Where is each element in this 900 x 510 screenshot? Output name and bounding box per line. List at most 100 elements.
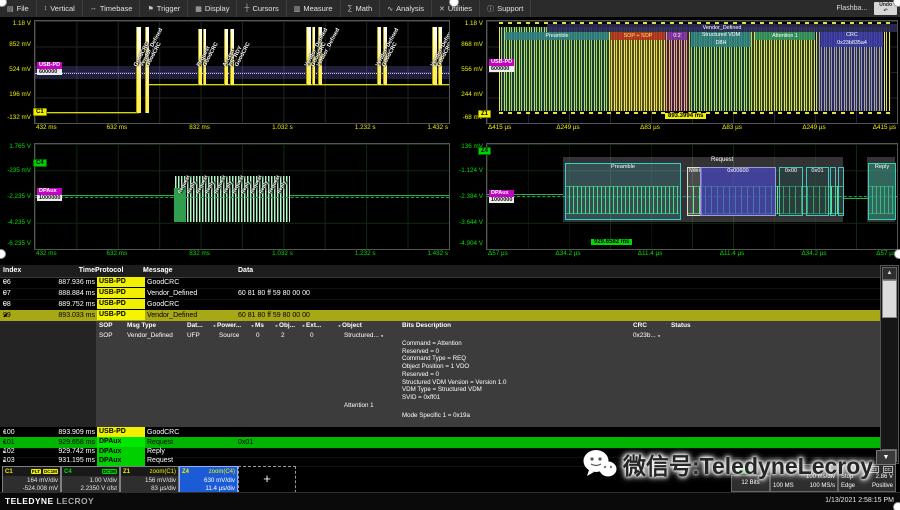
add-trace-button[interactable]: + — [238, 466, 296, 493]
collapse-icon[interactable]: ◂ — [658, 333, 660, 338]
data0-box[interactable]: 0x00 — [779, 167, 803, 216]
minimize-button[interactable]: ▼ — [876, 450, 896, 465]
detail-left-gutter — [0, 321, 96, 427]
x-tick: Δ34.2 µs — [802, 250, 827, 257]
dpaux-decoder-tag[interactable]: DPAux 1000000 — [37, 188, 62, 201]
col-message[interactable]: Message — [143, 265, 173, 277]
cursors-icon: ┼ — [244, 5, 249, 12]
coupling-badge: DC1M — [43, 469, 58, 474]
segment-label: 0x00600 — [727, 168, 748, 174]
z4-trace — [843, 198, 868, 199]
collapse-col-icon[interactable]: ◂ — [338, 323, 340, 328]
c1-channel-badge[interactable]: C1 — [33, 108, 47, 116]
tdiv-value: 11.4 µs/div — [205, 485, 235, 492]
grid-c4-plot[interactable]: Request Reply Request Reply Request Repl… — [34, 143, 450, 250]
file-icon: ▤ — [7, 5, 14, 13]
dpaux-decoder-tag[interactable]: DPAux 1000000 — [489, 190, 514, 203]
undo-icon: ↶ — [884, 8, 888, 14]
collapse-col-icon[interactable]: ◂ — [302, 323, 304, 328]
col-protocol[interactable]: Protocol — [95, 265, 123, 277]
segment-vdm[interactable]: Structured VDMD8H — [691, 32, 751, 47]
descriptor-c1[interactable]: C1 FLT DC1M 164 mV/div-524.008 mV — [2, 466, 61, 493]
c4-dashed-reference — [35, 197, 449, 198]
grid-c1-plot[interactable]: USB-PD 600000 GoodCRC Vendor_Defined Goo… — [34, 20, 450, 124]
segment-crc[interactable]: CRC0x23b835a4 — [821, 32, 883, 47]
menu-cursors[interactable]: ┼Cursors — [237, 0, 286, 17]
cell-protocol: DPAux — [97, 437, 145, 447]
segment-preamble[interactable]: Preamble — [505, 32, 609, 40]
x-tick: Δ57 µs — [488, 250, 508, 257]
col-data[interactable]: Data — [238, 265, 253, 277]
collapse-icon[interactable]: ◂ — [381, 333, 383, 338]
address-box[interactable]: 0x00600 — [700, 167, 776, 216]
z4-channel-badge[interactable]: Z4 — [478, 147, 491, 155]
collapse-col-icon[interactable]: ◂ — [251, 323, 253, 328]
col-index[interactable]: Index — [3, 265, 21, 277]
cell-time: 893.033 ms — [54, 310, 95, 321]
filter-badge: FLT — [31, 469, 41, 474]
detail-col-power: Power... — [217, 322, 241, 329]
usbpd-decoder-tag[interactable]: USB-PD 600000 — [489, 59, 514, 72]
grid-c4-yaxis: 1.765 V -235 mV -2.235 V -4.235 V -6.235… — [0, 143, 33, 248]
decoder-name: DPAux — [489, 190, 514, 197]
y-tick: 868 mV — [461, 41, 483, 48]
preamble-box[interactable]: Preamble — [565, 163, 681, 220]
c4-trace — [290, 195, 449, 196]
menu-trigger[interactable]: ⚑Trigger — [140, 0, 188, 17]
y-tick: 244 mV — [461, 91, 483, 98]
detail-mode-specific: Mode Specific 1 = 0x19a — [402, 412, 470, 419]
packet-burst — [136, 27, 141, 113]
timebase-box[interactable]: 100 ms/div 100 MS 100 MS/s — [770, 464, 838, 492]
cell-time: 888.884 ms — [54, 288, 95, 299]
z1-channel-badge[interactable]: Z1 — [478, 110, 491, 118]
c4-channel-badge[interactable]: C4 — [33, 159, 47, 167]
vdiv-value: 156 mV/div — [145, 477, 176, 484]
grid-z4-plot[interactable]: Request Preamble NWri 0x00600 0x00 0x01 … — [486, 143, 898, 250]
cell-time: 889.752 ms — [54, 299, 95, 310]
detail-val-object: Structured... — [344, 332, 379, 339]
descriptor-z1[interactable]: Z1 zoom(C1) 156 mV/div83 µs/div — [120, 466, 179, 493]
menu-analysis[interactable]: ∿Analysis — [380, 0, 432, 17]
adc-bits-box[interactable]: 12 Bits — [731, 475, 770, 492]
message-strip: Vendor_Defined — [547, 24, 897, 32]
grid-z1-plot[interactable]: Vendor_Defined Preamble SOP + SOP 0:2 St… — [486, 20, 898, 124]
menu-display[interactable]: ▦Display — [188, 0, 237, 17]
c1-trace-high — [147, 84, 449, 85]
scrollbar-thumb[interactable] — [882, 280, 897, 318]
bits-line: Object Position = 1 VDO — [402, 363, 506, 371]
menu-measure[interactable]: ▥Measure — [287, 0, 341, 17]
bits-line: SVID = 0xff01 — [402, 394, 506, 402]
data1-box[interactable]: 0x01 — [806, 167, 829, 216]
x-tick: Δ415 µs — [873, 124, 896, 131]
usbpd-decoder-tag[interactable]: USB-PD 600000 — [37, 62, 62, 75]
detail-col-ms: Ms — [255, 322, 264, 329]
descriptor-c4[interactable]: C4 DC1M 1.00 V/div2.2350 V ofst — [61, 466, 120, 493]
y-tick: -235 mV — [7, 167, 31, 174]
reply-box[interactable]: Reply — [868, 163, 896, 220]
table-scrollbar[interactable]: ▲ ▼ — [880, 265, 899, 464]
descriptor-z4-selected[interactable]: Z4 zoom(C4) 630 mV/div11.4 µs/div — [179, 466, 238, 493]
menu-measure-label: Measure — [303, 4, 332, 13]
menu-support-label: Support — [497, 4, 523, 13]
menu-support[interactable]: ⓘSupport — [480, 0, 531, 17]
cell-index: 97 — [3, 288, 11, 299]
cell-protocol: DPAux — [97, 456, 145, 466]
segment-label: NWri — [689, 168, 700, 174]
y-tick: 556 mV — [461, 66, 483, 73]
cell-protocol: USB-PD — [97, 310, 145, 320]
grid-z4-xaxis: Δ57 µs Δ34.2 µs Δ11.4 µs Δ11.4 µs Δ34.2 … — [486, 249, 896, 261]
menu-math[interactable]: ∑Math — [341, 0, 381, 17]
menu-timebase[interactable]: ↔Timebase — [83, 0, 141, 17]
scroll-up-button[interactable]: ▲ — [882, 267, 897, 280]
segment-attention[interactable]: Attention 1 — [755, 32, 815, 40]
segment-sop[interactable]: SOP + SOP — [611, 32, 665, 40]
trigger-box[interactable]: C2 DC Stop 2.86 V Edge Positive — [838, 464, 896, 492]
menu-vertical[interactable]: ↕Vertical — [37, 0, 83, 17]
segment-header[interactable]: 0:2 — [667, 32, 687, 40]
grid-c4-panel: 1.765 V -235 mV -2.235 V -4.235 V -6.235… — [0, 141, 452, 263]
z1-time-badge: 893.3994 ms — [665, 113, 706, 119]
collapse-col-icon[interactable]: ◂ — [275, 323, 277, 328]
col-time[interactable]: Time — [54, 265, 95, 277]
segment-sublabel: D8H — [716, 40, 727, 46]
collapse-col-icon[interactable]: ◂ — [213, 323, 215, 328]
